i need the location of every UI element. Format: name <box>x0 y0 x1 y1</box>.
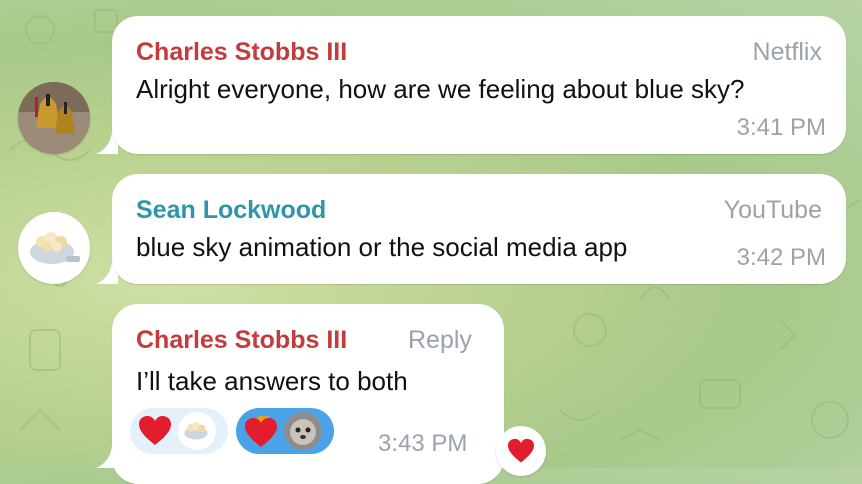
sender-name[interactable]: Charles Stobbs III <box>136 326 347 355</box>
message-text: blue sky animation or the social media a… <box>136 232 628 262</box>
message-text: Alright everyone, how are we feeling abo… <box>136 74 745 104</box>
sender-tag: YouTube <box>723 196 822 224</box>
message-time: 3:42 PM <box>736 244 826 271</box>
message-bubble[interactable]: Sean Lockwood YouTube blue sky animation… <box>112 174 846 284</box>
reaction-pill-active[interactable] <box>236 408 334 454</box>
avatar[interactable] <box>18 82 90 154</box>
reply-button[interactable]: Reply <box>408 326 472 355</box>
message-time: 3:43 PM <box>378 430 468 457</box>
heart-on-fire-icon <box>245 415 277 447</box>
heart-icon <box>508 438 534 463</box>
avatar[interactable] <box>18 212 90 284</box>
message-time: 3:41 PM <box>736 114 826 141</box>
sender-name[interactable]: Sean Lockwood <box>136 196 326 225</box>
sender-tag: Netflix <box>752 38 822 66</box>
message-bubble[interactable]: Charles Stobbs III Netflix Alright every… <box>112 16 846 154</box>
heart-icon <box>139 416 171 445</box>
sender-name[interactable]: Charles Stobbs III <box>136 38 347 67</box>
popcorn-avatar-image <box>178 412 216 450</box>
reaction-pill[interactable] <box>130 408 228 454</box>
reaction-badge[interactable] <box>496 426 546 476</box>
reaction-avatar <box>284 412 322 450</box>
dog-avatar-image <box>284 412 322 450</box>
message-text: I’ll take answers to both <box>136 366 408 396</box>
message-bubble[interactable]: Charles Stobbs III Reply I’ll take answe… <box>112 304 504 484</box>
popcorn-avatar-image <box>18 212 90 284</box>
reaction-avatar <box>178 412 216 450</box>
bells-avatar-image <box>18 82 90 154</box>
bubble-tail <box>96 446 118 468</box>
